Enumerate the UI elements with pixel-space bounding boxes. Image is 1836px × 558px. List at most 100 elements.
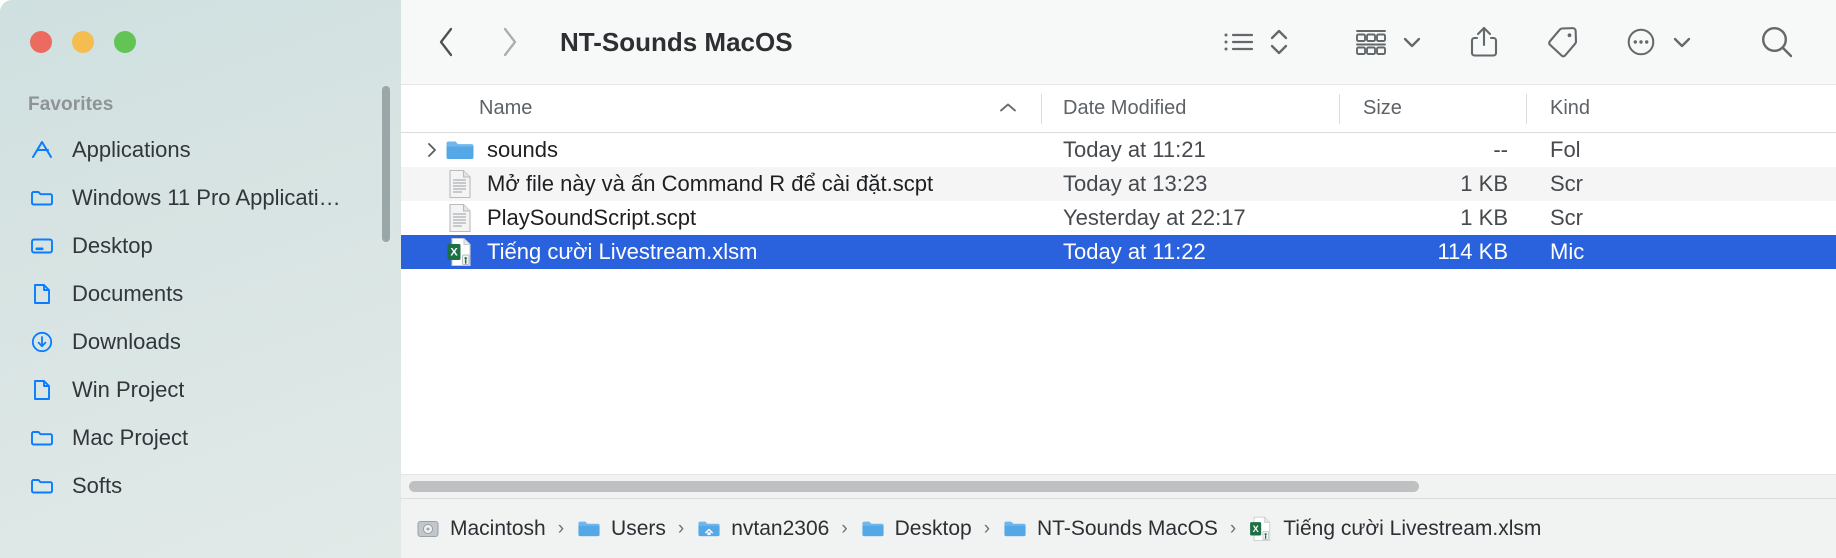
breadcrumb-users[interactable]: Users <box>576 516 666 542</box>
harddisk-icon <box>415 516 441 542</box>
breadcrumb-desktop[interactable]: Desktop <box>860 516 972 542</box>
svg-text:X: X <box>1253 523 1260 533</box>
excel-icon: X <box>445 237 475 267</box>
toolbar: NT-Sounds MacOS <box>401 0 1836 85</box>
folder-icon <box>576 516 602 542</box>
excel-icon: X <box>1248 516 1274 542</box>
breadcrumb-separator: › <box>677 517 685 539</box>
applications-icon <box>28 136 56 164</box>
file-name-label: Mở file này và ấn Command R để cài đặt.s… <box>487 171 934 196</box>
sidebar-item-label: Mac Project <box>72 425 189 450</box>
close-button[interactable] <box>30 31 52 53</box>
column-header-label: Size <box>1363 97 1402 119</box>
share-icon[interactable] <box>1468 19 1500 65</box>
document-icon <box>28 280 56 308</box>
breadcrumb-label: Tiếng cười Livestream.xlsm <box>1283 516 1542 540</box>
table-row-selected[interactable]: X Tiếng cười Livestream.xlsm Today at 11… <box>401 235 1836 269</box>
file-date-cell: Today at 11:21 <box>1063 137 1206 162</box>
sidebar-item-label: Win Project <box>72 377 185 402</box>
file-date-cell: Today at 13:23 <box>1063 171 1208 196</box>
file-name-cell: sounds <box>401 135 1041 165</box>
svg-text:X: X <box>450 247 458 259</box>
folder-icon <box>1002 516 1028 542</box>
forward-button[interactable] <box>486 19 532 65</box>
breadcrumb-macintosh[interactable]: Macintosh <box>415 516 546 542</box>
folder-icon <box>28 472 56 500</box>
toolbar-actions <box>1222 0 1836 84</box>
file-size-cell: 114 KB <box>1437 239 1508 264</box>
table-row[interactable]: PlaySoundScript.scpt Yesterday at 22:17 … <box>401 201 1836 235</box>
chevron-down-icon[interactable] <box>1400 19 1424 65</box>
sidebar-item-label: Windows 11 Pro Applicati… <box>72 185 341 210</box>
more-ellipsis-icon[interactable] <box>1624 19 1658 65</box>
chevron-down-icon[interactable] <box>1670 19 1694 65</box>
file-name-cell: X Tiếng cười Livestream.xlsm <box>401 237 1041 267</box>
file-date-cell: Today at 11:22 <box>1063 239 1206 264</box>
breadcrumb-separator: › <box>841 517 848 539</box>
view-as-list-icon[interactable] <box>1222 19 1256 65</box>
breadcrumb-separator: › <box>983 517 991 539</box>
column-header-size[interactable]: Size <box>1339 85 1526 133</box>
search-icon[interactable] <box>1758 19 1796 65</box>
sidebar-item-documents[interactable]: Documents <box>0 270 401 318</box>
column-header-kind[interactable]: Kind <box>1526 85 1726 133</box>
table-row[interactable]: Mở file này và ấn Command R để cài đặt.s… <box>401 167 1836 201</box>
sidebar-item-win-project[interactable]: Win Project <box>0 366 401 414</box>
column-header-name[interactable]: Name <box>401 85 1041 133</box>
file-name-label: sounds <box>487 137 558 162</box>
sidebar-section-favorites: Favorites <box>28 94 114 115</box>
sort-chevrons-icon[interactable] <box>1268 19 1290 65</box>
sidebar-item-label: Documents <box>72 281 184 306</box>
breadcrumb-nvtan2306[interactable]: nvtan2306 <box>696 516 829 542</box>
minimize-button[interactable] <box>72 31 94 53</box>
main-content: NT-Sounds MacOS Name Date Modified Size … <box>401 0 1836 558</box>
sidebar-item-label: Downloads <box>72 329 181 354</box>
sidebar-item-label: Applications <box>72 137 191 162</box>
folder-icon <box>860 516 886 542</box>
script-icon <box>445 169 475 199</box>
breadcrumb-nt-sounds-macos[interactable]: NT-Sounds MacOS <box>1002 516 1218 542</box>
column-header-label: Date Modified <box>1063 97 1187 119</box>
document-icon <box>28 376 56 404</box>
group-items-icon[interactable] <box>1354 19 1388 65</box>
column-header-date-modified[interactable]: Date Modified <box>1041 85 1339 133</box>
file-size-cell: 1 KB <box>1460 205 1508 230</box>
traffic-light-buttons <box>30 31 136 53</box>
sidebar-item-softs[interactable]: Softs <box>0 462 401 510</box>
breadcrumb-label: Macintosh <box>450 516 546 540</box>
column-header-label: Name <box>479 97 533 119</box>
file-kind-cell: Fol <box>1550 137 1581 162</box>
sidebar-list: Applications Windows 11 Pro Applicati… D… <box>0 126 401 510</box>
file-kind-cell: Scr <box>1550 205 1583 230</box>
breadcrumb-separator: › <box>557 517 565 539</box>
file-size-cell: -- <box>1493 137 1508 162</box>
sidebar-item-desktop[interactable]: Desktop <box>0 222 401 270</box>
sidebar-item-windows-11-pro-applications[interactable]: Windows 11 Pro Applicati… <box>0 174 401 222</box>
home-icon <box>696 516 722 542</box>
horizontal-scrollbar[interactable] <box>401 474 1836 498</box>
breadcrumb-label: nvtan2306 <box>731 516 830 540</box>
downloads-icon <box>28 328 56 356</box>
file-kind-cell: Mic <box>1550 239 1585 264</box>
sidebar-item-downloads[interactable]: Downloads <box>0 318 401 366</box>
table-row[interactable]: sounds Today at 11:21 -- Fol <box>401 133 1836 167</box>
file-name-label: Tiếng cười Livestream.xlsm <box>487 239 758 264</box>
breadcrumb-current-file[interactable]: X Tiếng cười Livestream.xlsm <box>1248 516 1541 542</box>
sidebar-item-applications[interactable]: Applications <box>0 126 401 174</box>
tag-icon[interactable] <box>1544 19 1580 65</box>
breadcrumb-label: NT-Sounds MacOS <box>1037 516 1218 540</box>
disclosure-triangle-icon[interactable] <box>419 140 445 160</box>
file-name-cell: Mở file này và ấn Command R để cài đặt.s… <box>401 169 1041 199</box>
file-date-cell: Yesterday at 22:17 <box>1063 205 1246 230</box>
path-bar: Macintosh › Users › nvtan2306 › Desktop … <box>401 498 1836 558</box>
file-kind-cell: Scr <box>1550 171 1583 196</box>
sidebar-item-mac-project[interactable]: Mac Project <box>0 414 401 462</box>
scrollbar-thumb[interactable] <box>409 481 1419 492</box>
back-button[interactable] <box>424 19 470 65</box>
breadcrumb-label: Users <box>611 516 666 540</box>
finder-window: Favorites Applications Windows 11 Pro Ap… <box>0 0 1836 558</box>
folder-icon <box>28 424 56 452</box>
zoom-button[interactable] <box>114 31 136 53</box>
sidebar-scrollbar[interactable] <box>382 86 390 242</box>
breadcrumb-separator: › <box>1229 517 1237 539</box>
